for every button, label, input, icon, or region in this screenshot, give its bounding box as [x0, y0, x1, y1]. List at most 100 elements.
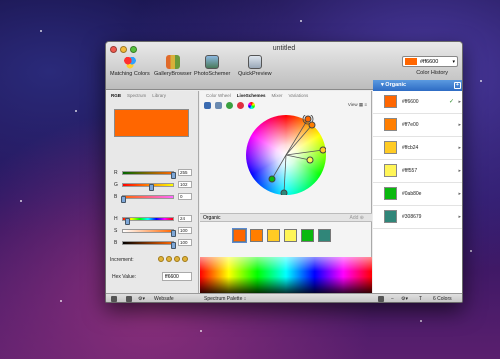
slider-knob[interactable]	[125, 218, 130, 225]
eyedropper-icon[interactable]	[111, 296, 117, 302]
toolbar-matching-colors[interactable]: Matching Colors	[110, 55, 150, 77]
scheme-swatch[interactable]	[232, 228, 247, 243]
color-history-dropdown[interactable]: #ff6600 ▾	[402, 56, 458, 67]
view-control[interactable]: View ▦ ≡	[348, 102, 367, 108]
tab-mixer[interactable]: Mixer	[272, 93, 283, 98]
wheel-handle[interactable]	[308, 121, 316, 129]
slider-knob[interactable]	[171, 230, 176, 237]
websafe-label[interactable]: Websafe	[154, 296, 174, 302]
slider-r[interactable]: R 255	[114, 169, 196, 179]
slider-label: S	[114, 228, 118, 234]
increment-up-button[interactable]	[174, 256, 180, 262]
remove-icon[interactable]: −	[391, 296, 394, 302]
tab-live-schemes[interactable]: LiveSchemes	[237, 93, 266, 98]
gear-menu-icon[interactable]: ⚙▾	[138, 296, 145, 302]
list-item[interactable]: #ff6600 ✓ ▸	[373, 91, 462, 114]
arrow-right-icon[interactable]: ▸	[458, 214, 461, 220]
slider-b[interactable]: B 0	[114, 193, 196, 203]
tab-variations[interactable]: Variations	[289, 93, 309, 98]
slider-knob[interactable]	[149, 184, 154, 191]
tab-library[interactable]: Library	[152, 93, 166, 98]
slider-h[interactable]: H 24	[114, 215, 196, 225]
slider-value[interactable]: 100	[178, 239, 192, 246]
list-item[interactable]: #ff7e00 ▸	[373, 114, 462, 137]
app-window: untitled Matching Colors GalleryBrowser …	[105, 41, 463, 303]
spectrum-palette[interactable]	[200, 257, 372, 293]
arrow-right-icon[interactable]: ▸	[458, 122, 461, 128]
list-item[interactable]: #fff557 ▸	[373, 160, 462, 183]
star	[300, 20, 302, 22]
toolbar-gallery-browser[interactable]: GalleryBrowser	[154, 55, 192, 77]
bottom-bar: ⚙▾ Websafe Spectrum Palette ↕ − ⚙▾ T 6 C…	[106, 293, 462, 302]
hex-input[interactable]: ff6600	[162, 272, 192, 281]
star	[60, 300, 62, 302]
wheel-handles[interactable]	[246, 115, 326, 195]
wheel-handle[interactable]	[280, 189, 288, 195]
wheel-handle[interactable]	[304, 115, 312, 123]
palette-hex: #ff6600	[402, 99, 419, 105]
wheel-icon[interactable]	[248, 102, 255, 109]
arrow-right-icon[interactable]: ▸	[458, 168, 461, 174]
folder-icon[interactable]	[378, 296, 384, 302]
text-icon[interactable]: T	[419, 296, 422, 302]
toolbar-quick-preview[interactable]: QuickPreview	[238, 55, 272, 77]
tab-color-wheel[interactable]: Color Wheel	[206, 93, 231, 98]
arrow-right-icon[interactable]: ▸	[458, 191, 461, 197]
slider-track[interactable]	[122, 229, 176, 237]
wheel-handle[interactable]	[319, 146, 326, 154]
tab-rgb[interactable]: RGB	[111, 93, 121, 98]
tab-spectrum[interactable]: Spectrum	[127, 93, 146, 98]
spectrum-palette-select[interactable]: Spectrum Palette ↕	[204, 296, 246, 302]
slider-knob[interactable]	[171, 242, 176, 249]
gear-menu-icon[interactable]: ⚙▾	[401, 296, 408, 302]
list-item[interactable]: #ffcb24 ▸	[373, 137, 462, 160]
increment-mid-button[interactable]	[166, 256, 172, 262]
slider-track[interactable]	[122, 217, 174, 225]
palette-header[interactable]: ▾ Organic +	[373, 80, 462, 91]
toolbar-photo-schemer[interactable]: PhotoSchemer	[194, 55, 230, 77]
slider-value[interactable]: 24	[178, 215, 192, 222]
increment-max-button[interactable]	[182, 256, 188, 262]
open-icon[interactable]	[215, 102, 222, 109]
increment-label: Increment:	[110, 257, 134, 263]
slider-s[interactable]: S 100	[114, 227, 196, 237]
list-item[interactable]: #308679 ▸	[373, 206, 462, 229]
list-item[interactable]: #0ab80e ▸	[373, 183, 462, 206]
arrow-right-icon[interactable]: ▸	[458, 99, 461, 105]
increment-down-button[interactable]	[158, 256, 164, 262]
arrow-right-icon[interactable]: ▸	[458, 145, 461, 151]
slider-track[interactable]	[121, 195, 174, 203]
scheme-swatch[interactable]	[250, 229, 263, 242]
gallery-icon	[165, 55, 180, 69]
add-palette-button[interactable]: +	[454, 82, 461, 89]
scheme-swatch[interactable]	[301, 229, 314, 242]
palette-hex: #0ab80e	[402, 191, 422, 197]
slider-track[interactable]	[122, 183, 174, 191]
wheel-handle[interactable]	[306, 156, 314, 164]
save-icon[interactable]	[204, 102, 211, 109]
scheme-bar: Organic Add ⊕	[200, 213, 372, 222]
slider-value[interactable]: 102	[178, 181, 192, 188]
scheme-swatch[interactable]	[267, 229, 280, 242]
add-button[interactable]: Add ⊕	[350, 214, 365, 222]
slider-g[interactable]: G 102	[114, 181, 196, 191]
slider-value[interactable]: 255	[178, 169, 192, 176]
red-dot-icon[interactable]	[237, 102, 244, 109]
slider-brightness[interactable]: B 100	[114, 239, 196, 249]
palette-swatch	[384, 187, 397, 200]
wheel-handle[interactable]	[268, 175, 276, 183]
slider-track[interactable]	[122, 171, 176, 179]
palette-title: Organic	[385, 82, 407, 88]
scheme-swatch[interactable]	[318, 229, 331, 242]
slider-value[interactable]: 100	[178, 227, 192, 234]
green-dot-icon[interactable]	[226, 102, 233, 109]
add-label: Add	[349, 215, 359, 221]
scheme-swatch[interactable]	[284, 229, 297, 242]
slider-label: B	[114, 240, 118, 246]
slider-value[interactable]: 0	[178, 193, 192, 200]
slider-knob[interactable]	[121, 196, 126, 203]
swatch-icon[interactable]	[126, 296, 132, 302]
slider-track[interactable]	[122, 241, 176, 249]
palette-hex: #fff557	[402, 168, 418, 174]
slider-knob[interactable]	[171, 172, 176, 179]
